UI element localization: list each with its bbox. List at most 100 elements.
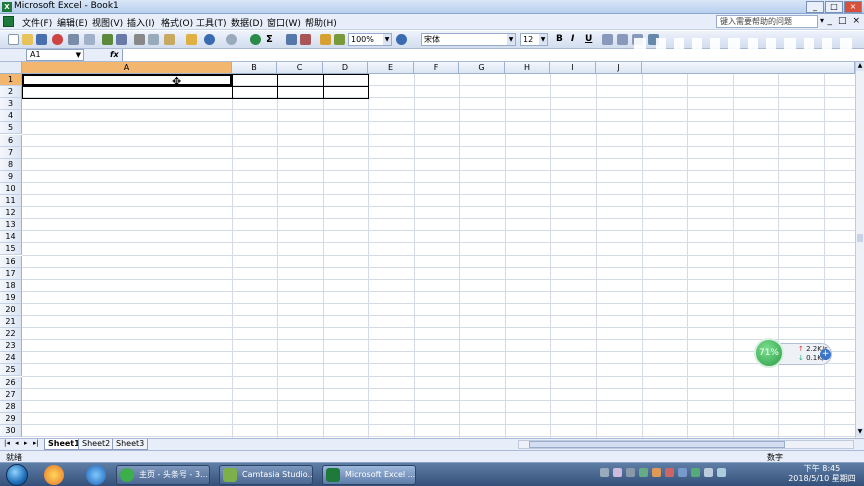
row-header-5[interactable]: 5 xyxy=(0,122,22,135)
internet-explorer-icon[interactable] xyxy=(86,465,106,485)
workbook-minimize-button[interactable]: _ xyxy=(827,16,832,26)
new-icon[interactable] xyxy=(8,34,19,45)
workbook-close-button[interactable]: × xyxy=(852,16,860,26)
column-header-c[interactable]: C xyxy=(277,62,323,74)
selected-cell-a1[interactable] xyxy=(22,74,232,86)
media-player-icon[interactable] xyxy=(44,465,64,485)
row-header-24[interactable]: 24 xyxy=(0,352,22,365)
font-dropdown-icon[interactable]: ▼ xyxy=(507,34,515,45)
print-preview-icon[interactable] xyxy=(84,34,95,45)
network-usage-circle[interactable]: 71% xyxy=(754,338,784,368)
paste-icon[interactable] xyxy=(164,34,175,45)
cut-icon[interactable] xyxy=(134,34,145,45)
row-header-3[interactable]: 3 xyxy=(0,98,22,111)
row-header-18[interactable]: 18 xyxy=(0,279,22,292)
minimize-button[interactable]: _ xyxy=(806,1,824,13)
row-header-9[interactable]: 9 xyxy=(0,170,22,183)
sheet-tab-2[interactable]: Sheet2 xyxy=(78,439,115,450)
row-header-8[interactable]: 8 xyxy=(0,158,22,171)
undo-icon[interactable] xyxy=(204,34,215,45)
shield-icon[interactable] xyxy=(691,468,700,477)
menu-view[interactable]: 视图(V) xyxy=(92,16,123,29)
row-header-13[interactable]: 13 xyxy=(0,219,22,232)
volume-icon[interactable] xyxy=(717,468,726,477)
column-header-j[interactable]: J xyxy=(596,62,642,74)
next-sheet-icon[interactable]: ▸ xyxy=(24,439,28,447)
row-header-10[interactable]: 10 xyxy=(0,182,22,195)
autosum-icon[interactable]: Σ xyxy=(266,34,277,45)
scroll-down-icon[interactable]: ▼ xyxy=(856,428,864,437)
column-header-more[interactable] xyxy=(642,62,855,74)
formula-input[interactable] xyxy=(122,49,864,61)
worksheet-grid[interactable]: A B C D E F G H I J 1 2 3 4 5 6 7 8 9 10 11 12 13 14 1… xyxy=(0,62,855,438)
menu-window[interactable]: 窗口(W) xyxy=(267,16,301,29)
cell-a2[interactable] xyxy=(22,86,233,99)
zoom-select[interactable]: 100% ▼ xyxy=(348,33,392,46)
row-header-15[interactable]: 15 xyxy=(0,243,22,256)
menu-format[interactable]: 格式(O) xyxy=(161,16,193,29)
row-header-7[interactable]: 7 xyxy=(0,146,22,159)
task-camtasia[interactable]: Camtasia Studio... xyxy=(219,465,313,485)
column-header-a[interactable]: A xyxy=(22,62,232,74)
first-sheet-icon[interactable]: |◂ xyxy=(4,439,10,447)
row-header-25[interactable]: 25 xyxy=(0,364,22,377)
underline-button[interactable]: U xyxy=(585,34,592,44)
column-header-h[interactable]: H xyxy=(505,62,550,74)
sort-ascending-icon[interactable] xyxy=(286,34,297,45)
row-header-2[interactable]: 2 xyxy=(0,86,22,99)
row-header-1[interactable]: 1 xyxy=(0,74,22,87)
hyperlink-icon[interactable] xyxy=(250,34,261,45)
row-header-17[interactable]: 17 xyxy=(0,267,22,280)
keyboard-icon[interactable] xyxy=(600,468,609,477)
column-header-b[interactable]: B xyxy=(232,62,277,74)
column-header-e[interactable]: E xyxy=(368,62,414,74)
italic-button[interactable]: I xyxy=(571,34,574,44)
app-tray-icon[interactable] xyxy=(665,468,674,477)
permission-icon[interactable] xyxy=(52,34,63,45)
research-icon[interactable] xyxy=(116,34,127,45)
zoom-dropdown-icon[interactable]: ▼ xyxy=(383,34,391,45)
column-header-i[interactable]: I xyxy=(550,62,596,74)
scroll-up-icon[interactable]: ▲ xyxy=(856,62,864,71)
align-left-icon[interactable] xyxy=(602,34,613,45)
row-header-23[interactable]: 23 xyxy=(0,340,22,353)
name-box[interactable]: A1 ▼ xyxy=(26,49,84,61)
last-sheet-icon[interactable]: ▸| xyxy=(33,439,39,447)
network-icon[interactable] xyxy=(626,468,635,477)
font-name-select[interactable]: 宋体 ▼ xyxy=(421,33,516,46)
row-header-4[interactable]: 4 xyxy=(0,110,22,123)
select-all-corner[interactable] xyxy=(0,62,22,74)
redo-icon[interactable] xyxy=(226,34,237,45)
row-header-29[interactable]: 29 xyxy=(0,412,22,425)
align-center-icon[interactable] xyxy=(617,34,628,45)
language-icon[interactable] xyxy=(613,468,622,477)
name-box-dropdown-icon[interactable]: ▼ xyxy=(76,50,81,60)
network-speed-widget[interactable]: 71% ↑ 2.2K/s ↓ 0.1K/s + xyxy=(754,338,832,368)
menu-file[interactable]: 文件(F) xyxy=(22,16,52,29)
maximize-button[interactable]: □ xyxy=(825,1,843,13)
font-size-dropdown-icon[interactable]: ▼ xyxy=(539,34,547,45)
column-header-f[interactable]: F xyxy=(414,62,459,74)
row-header-12[interactable]: 12 xyxy=(0,207,22,220)
row-header-27[interactable]: 27 xyxy=(0,388,22,401)
row-header-28[interactable]: 28 xyxy=(0,400,22,413)
row-header-19[interactable]: 19 xyxy=(0,291,22,304)
bluetooth-icon[interactable] xyxy=(678,468,687,477)
open-icon[interactable] xyxy=(22,34,33,45)
column-header-g[interactable]: G xyxy=(459,62,505,74)
menu-data[interactable]: 数据(D) xyxy=(231,16,263,29)
close-button[interactable]: × xyxy=(844,1,862,13)
drawing-icon[interactable] xyxy=(334,34,345,45)
sort-descending-icon[interactable] xyxy=(300,34,311,45)
row-header-30[interactable]: 30 xyxy=(0,424,22,437)
workbook-icon[interactable] xyxy=(3,16,14,27)
task-excel[interactable]: Microsoft Excel ... xyxy=(322,465,416,485)
menu-help[interactable]: 帮助(H) xyxy=(305,16,337,29)
row-header-14[interactable]: 14 xyxy=(0,231,22,244)
sheet-tab-3[interactable]: Sheet3 xyxy=(112,439,149,450)
excel-app-icon[interactable]: X xyxy=(2,2,12,12)
security-icon[interactable] xyxy=(639,468,648,477)
help-icon[interactable] xyxy=(396,34,407,45)
vertical-scrollbar[interactable]: ▲ ▼ xyxy=(855,62,864,438)
font-size-select[interactable]: 12 ▼ xyxy=(520,33,548,46)
